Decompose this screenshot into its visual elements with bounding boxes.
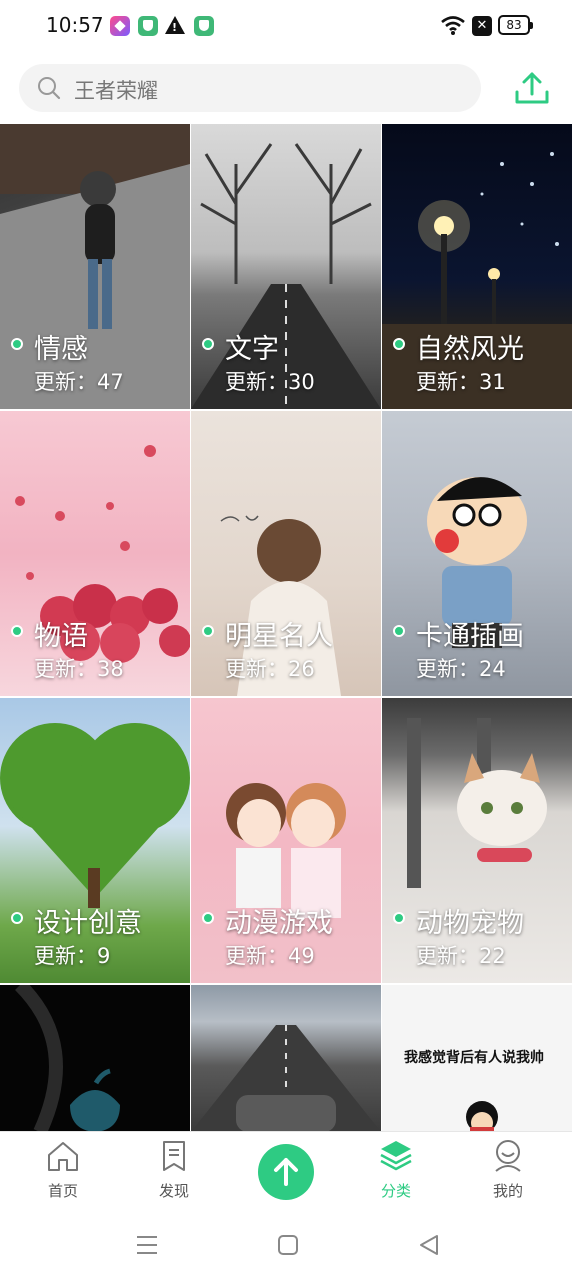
category-card[interactable]: 情感 更新：47 xyxy=(0,124,190,409)
category-title: 文字 xyxy=(225,334,279,365)
category-dot xyxy=(202,912,214,924)
shield-icon xyxy=(194,16,214,36)
category-grid: 情感 更新：47 文字 更新：30 自然风光 更新：31 物语 更新：38 明星… xyxy=(0,124,572,1132)
category-title: 自然风光 xyxy=(416,334,524,365)
category-title: 设计创意 xyxy=(34,908,142,939)
category-count: 更新：26 xyxy=(225,657,315,681)
category-title: 物语 xyxy=(34,621,88,652)
category-count: 更新：30 xyxy=(225,370,315,394)
category-card-partial[interactable] xyxy=(0,985,190,1132)
category-dot xyxy=(11,912,23,924)
category-dot xyxy=(202,338,214,350)
category-title: 动物宠物 xyxy=(416,908,524,939)
back-icon[interactable] xyxy=(418,1234,440,1256)
layers-icon xyxy=(380,1141,412,1171)
category-count: 更新：9 xyxy=(34,944,111,968)
category-count: 更新：49 xyxy=(225,944,315,968)
category-title: 动漫游戏 xyxy=(225,908,333,939)
warning-icon xyxy=(165,16,185,34)
category-title: 卡通插画 xyxy=(416,621,524,652)
search-icon xyxy=(38,77,61,100)
nav-category[interactable]: 分类 xyxy=(361,1138,431,1208)
user-icon xyxy=(495,1140,521,1172)
center-upload-button[interactable] xyxy=(258,1144,314,1200)
category-thumbnail: 我感觉背后有人说我帅 xyxy=(382,985,572,1132)
upload-icon[interactable] xyxy=(512,68,552,108)
category-card[interactable]: 动漫游戏 更新：49 xyxy=(191,698,381,983)
category-title: 明星名人 xyxy=(225,621,333,652)
category-dot xyxy=(393,338,405,350)
category-count: 更新：47 xyxy=(34,370,124,394)
category-count: 更新：31 xyxy=(416,370,506,394)
nav-home-label: 首页 xyxy=(47,1182,78,1200)
status-time: 10:57 xyxy=(46,13,104,37)
nav-category-label: 分类 xyxy=(380,1182,411,1200)
wifi-icon xyxy=(441,16,465,35)
battery-icon: 83 xyxy=(498,15,533,35)
category-count: 更新：22 xyxy=(416,944,506,968)
category-card-partial[interactable]: 我感觉背后有人说我帅 xyxy=(382,985,572,1132)
category-card[interactable]: 卡通插画 更新：24 xyxy=(382,411,572,696)
search-placeholder: 王者荣耀 xyxy=(74,79,158,103)
category-card[interactable]: 文字 更新：30 xyxy=(191,124,381,409)
category-card[interactable]: 动物宠物 更新：22 xyxy=(382,698,572,983)
upload-arrow-icon xyxy=(274,1158,298,1186)
nav-profile[interactable]: 我的 xyxy=(473,1138,543,1208)
search-bar[interactable]: 王者荣耀 xyxy=(19,64,481,112)
category-card[interactable]: 物语 更新：38 xyxy=(0,411,190,696)
app-notification-icon xyxy=(110,16,130,36)
category-title: 情感 xyxy=(34,334,88,365)
category-card[interactable]: 自然风光 更新：31 xyxy=(382,124,572,409)
nav-profile-label: 我的 xyxy=(492,1182,523,1200)
category-dot xyxy=(11,625,23,637)
category-dot xyxy=(393,625,405,637)
category-dot xyxy=(202,625,214,637)
category-card[interactable]: 明星名人 更新：26 xyxy=(191,411,381,696)
category-count: 更新：24 xyxy=(416,657,506,681)
bottom-navigation: 首页 发现 分类 我的 xyxy=(0,1131,572,1212)
bookmark-icon xyxy=(163,1141,185,1171)
home-icon xyxy=(48,1142,78,1171)
category-dot xyxy=(393,912,405,924)
close-icon: ✕ xyxy=(472,16,492,36)
category-thumbnail xyxy=(191,985,381,1132)
nav-home[interactable]: 首页 xyxy=(28,1138,98,1208)
nav-discover-label: 发现 xyxy=(158,1182,189,1200)
category-thumbnail xyxy=(0,985,190,1132)
category-dot xyxy=(11,338,23,350)
system-navigation-bar xyxy=(0,1211,572,1280)
status-bar: 10:57 ✕ 83 xyxy=(0,0,572,52)
menu-icon[interactable] xyxy=(136,1235,158,1255)
shield-icon xyxy=(138,16,158,36)
nav-discover[interactable]: 发现 xyxy=(139,1138,209,1208)
home-square-icon[interactable] xyxy=(277,1234,299,1256)
category-count: 更新：38 xyxy=(34,657,124,681)
category-card-partial[interactable] xyxy=(191,985,381,1132)
category-card[interactable]: 设计创意 更新：9 xyxy=(0,698,190,983)
